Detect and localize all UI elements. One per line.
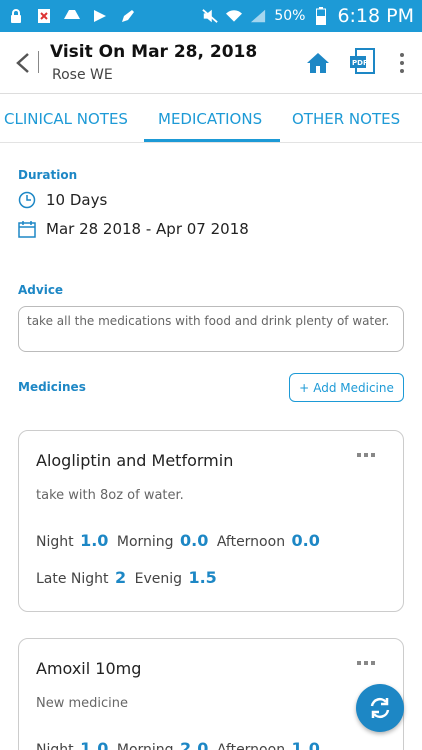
medicine-card[interactable]: Amoxil 10mg New medicine Night 1.0 Morni… (18, 638, 404, 750)
app-bar: Visit On Mar 28, 2018 Rose WE PDF (0, 32, 422, 94)
dose-value: 1.0 (291, 739, 320, 750)
dose-label: Afternoon (216, 534, 286, 550)
status-bar: 50% 6:18 PM (0, 0, 422, 32)
clock: 6:18 PM (337, 5, 414, 27)
pdf-icon[interactable]: PDF (350, 48, 376, 76)
plus-icon: + (299, 380, 310, 395)
battery-icon (313, 7, 329, 25)
duration-days: 10 Days (46, 191, 108, 209)
svg-text:PDF: PDF (352, 59, 368, 67)
medicine-card[interactable]: Alogliptin and Metformin take with 8oz o… (18, 430, 404, 612)
more-horizontal-icon[interactable] (357, 661, 375, 665)
medicine-note: take with 8oz of water. (36, 488, 184, 503)
active-tab-indicator (144, 139, 280, 142)
dose-label: Evenig (134, 571, 182, 587)
medicine-name: Alogliptin and Metformin (36, 451, 234, 470)
signal-icon (250, 8, 266, 24)
dose-label: Afternoon (216, 742, 286, 750)
wifi-icon (226, 8, 243, 24)
dose-label: Night (36, 534, 74, 550)
home-icon[interactable] (305, 50, 331, 76)
page-title: Visit On Mar 28, 2018 (50, 42, 258, 62)
tab-other-notes[interactable]: OTHER NOTES (292, 110, 400, 128)
play-store-icon (92, 8, 108, 24)
dose-value: 0.0 (291, 531, 320, 550)
dose-value: 1.0 (80, 531, 109, 550)
patient-name: Rose WE (52, 67, 113, 83)
add-medicine-label: Add Medicine (313, 380, 394, 395)
dose-value: 1.5 (188, 568, 217, 587)
sync-icon (370, 697, 390, 719)
add-medicine-button[interactable]: + Add Medicine (289, 373, 404, 402)
duration-label: Duration (18, 168, 78, 182)
dose-value: 0.0 (180, 531, 209, 550)
mute-icon (202, 8, 219, 24)
dose-value: 2 (115, 568, 127, 587)
back-arrow-icon[interactable] (10, 50, 36, 76)
dose-label: Morning (116, 742, 174, 750)
drive-icon (64, 8, 80, 24)
duration-days-row: 10 Days (18, 191, 107, 209)
more-horizontal-icon[interactable] (357, 453, 375, 457)
dose-label: Night (36, 742, 74, 750)
dose-label: Late Night (36, 571, 109, 587)
medicine-name: Amoxil 10mg (36, 659, 142, 678)
dose-value: 2.0 (180, 739, 209, 750)
dose-line: Late Night 2 Evenig 1.5 (36, 568, 221, 587)
dose-label: Morning (116, 534, 174, 550)
medicines-label: Medicines (18, 380, 86, 394)
advice-label: Advice (18, 283, 64, 297)
file-error-icon (36, 8, 52, 24)
header-divider (38, 51, 39, 73)
duration-range: Mar 28 2018 - Apr 07 2018 (46, 220, 249, 238)
tab-bar: CLINICAL NOTES MEDICATIONS OTHER NOTES (0, 95, 422, 143)
lock-icon (8, 8, 24, 24)
system-indicators: 50% 6:18 PM (202, 5, 414, 27)
calendar-icon (18, 220, 36, 238)
duration-range-row: Mar 28 2018 - Apr 07 2018 (18, 220, 249, 238)
tab-clinical-notes[interactable]: CLINICAL NOTES (4, 110, 128, 128)
dose-line: Night 1.0 Morning 2.0 Afternoon 1.0 (36, 739, 324, 750)
sync-button[interactable] (356, 684, 404, 732)
more-vertical-icon[interactable] (396, 50, 408, 76)
clock-icon (18, 191, 36, 209)
battery-percent: 50% (274, 8, 306, 24)
medicine-note: New medicine (36, 696, 129, 711)
dose-value: 1.0 (80, 739, 109, 750)
notification-icons (8, 8, 136, 24)
advice-field[interactable]: take all the medications with food and d… (18, 306, 404, 352)
pencil-icon (120, 8, 136, 24)
tab-medications[interactable]: MEDICATIONS (158, 110, 262, 128)
dose-line: Night 1.0 Morning 0.0 Afternoon 0.0 (36, 531, 324, 550)
